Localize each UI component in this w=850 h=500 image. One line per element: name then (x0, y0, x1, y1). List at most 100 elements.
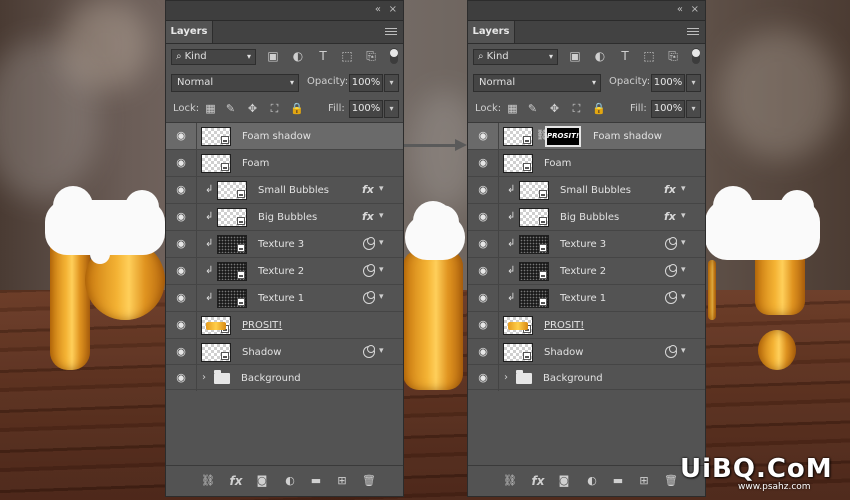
expand-filters-icon[interactable]: ▾ (681, 264, 689, 277)
adjustment-filter-icon[interactable]: ◐ (593, 49, 607, 63)
layer-name[interactable]: Big Bubbles (560, 211, 619, 224)
layer-name[interactable]: Small Bubbles (258, 184, 329, 197)
visibility-eye-icon[interactable]: ◉ (476, 157, 490, 168)
layer-thumbnail[interactable] (503, 154, 533, 173)
expand-effects-icon[interactable]: ▾ (379, 183, 387, 196)
add-layer-style-icon[interactable]: fx (228, 474, 244, 488)
new-fill-adjustment-icon[interactable]: ◐ (584, 474, 600, 488)
visibility-eye-icon[interactable]: ◉ (476, 238, 490, 249)
layer-thumbnail[interactable] (217, 262, 247, 281)
layer-name[interactable]: Foam (242, 157, 269, 170)
add-mask-icon[interactable]: ◙ (254, 474, 270, 488)
panel-menu-icon[interactable] (385, 26, 397, 38)
filter-toggle[interactable] (390, 48, 398, 64)
expand-filters-icon[interactable]: ▾ (379, 345, 387, 358)
layer-effects-icon[interactable]: fx (362, 183, 374, 196)
layer-name[interactable]: Background (543, 372, 603, 385)
expand-filters-icon[interactable]: ▾ (379, 237, 387, 250)
fill-field[interactable]: 100% (349, 100, 383, 118)
expand-group-icon[interactable]: › (504, 371, 508, 384)
smart-filter-icon[interactable] (363, 291, 375, 304)
layer-thumbnail[interactable] (217, 235, 247, 254)
visibility-eye-icon[interactable]: ◉ (476, 211, 490, 222)
lock-position-icon[interactable]: ✥ (548, 102, 561, 115)
layer-thumbnail[interactable] (519, 289, 549, 308)
layer-name[interactable]: Foam (544, 157, 571, 170)
opacity-dropdown-icon[interactable]: ▾ (384, 74, 399, 92)
lock-image-pixels-icon[interactable]: ✎ (526, 102, 539, 115)
layer-thumbnail[interactable] (503, 127, 533, 146)
layer-thumbnail[interactable] (201, 154, 231, 173)
image-filter-icon[interactable]: ▣ (266, 49, 280, 63)
smart-filter-icon[interactable] (363, 237, 375, 250)
lock-artboard-icon[interactable]: ⛶ (268, 102, 281, 115)
smart-filter-icon[interactable] (665, 237, 677, 250)
expand-effects-icon[interactable]: ▾ (379, 210, 387, 223)
fill-field[interactable]: 100% (651, 100, 685, 118)
layer-thumbnail[interactable] (519, 262, 549, 281)
layer-thumbnail[interactable] (503, 343, 533, 362)
layer-name[interactable]: Shadow (544, 346, 583, 359)
layer-thumbnail[interactable] (201, 343, 231, 362)
layer-name[interactable]: Big Bubbles (258, 211, 317, 224)
expand-filters-icon[interactable]: ▾ (681, 291, 689, 304)
lock-all-icon[interactable]: 🔒 (290, 102, 304, 115)
shape-filter-icon[interactable]: ⬚ (340, 49, 354, 63)
layer-thumbnail[interactable] (201, 316, 231, 335)
lock-artboard-icon[interactable]: ⛶ (570, 102, 583, 115)
layer-name[interactable]: Foam shadow (593, 130, 662, 143)
layer-row[interactable]: ◉ › Background (166, 365, 403, 391)
layer-row[interactable]: ◉ ↲ Texture 2 ▾ (166, 258, 403, 285)
opacity-dropdown-icon[interactable]: ▾ (686, 74, 701, 92)
new-group-icon[interactable]: ▬ (308, 474, 324, 488)
visibility-eye-icon[interactable]: ◉ (174, 319, 188, 330)
lock-transparent-pixels-icon[interactable]: ▦ (506, 102, 519, 115)
visibility-eye-icon[interactable]: ◉ (174, 157, 188, 168)
visibility-eye-icon[interactable]: ◉ (476, 130, 490, 141)
layer-row[interactable]: ◉ ↲ Texture 2 ▾ (468, 258, 705, 285)
layer-name[interactable]: Texture 3 (560, 238, 606, 251)
layer-row[interactable]: ◉ Foam (468, 150, 705, 177)
shape-filter-icon[interactable]: ⬚ (642, 49, 656, 63)
layer-effects-icon[interactable]: fx (664, 183, 676, 196)
lock-transparent-pixels-icon[interactable]: ▦ (204, 102, 217, 115)
expand-filters-icon[interactable]: ▾ (681, 345, 689, 358)
layer-thumbnail[interactable] (519, 208, 549, 227)
layer-row[interactable]: ◉ ↲ Small Bubbles fx ▾ (166, 177, 403, 204)
new-layer-icon[interactable]: ⊞ (636, 474, 652, 488)
fill-dropdown-icon[interactable]: ▾ (686, 100, 701, 118)
visibility-eye-icon[interactable]: ◉ (476, 346, 490, 357)
expand-effects-icon[interactable]: ▾ (681, 210, 689, 223)
filter-kind-select[interactable]: ⌕ Kind ▾ (473, 49, 558, 65)
opacity-field[interactable]: 100% (349, 74, 383, 92)
delete-layer-icon[interactable]: 🗑 (361, 474, 377, 488)
layer-thumbnail[interactable] (217, 289, 247, 308)
layer-thumbnail[interactable] (201, 127, 231, 146)
tab-layers[interactable]: Layers (166, 21, 213, 43)
tab-layers[interactable]: Layers (468, 21, 515, 43)
expand-filters-icon[interactable]: ▾ (681, 237, 689, 250)
link-layers-icon[interactable]: ⛓ (200, 474, 216, 488)
layer-row[interactable]: ◉ ↲ Texture 3 ▾ (468, 231, 705, 258)
visibility-eye-icon[interactable]: ◉ (476, 184, 490, 195)
layer-name[interactable]: Background (241, 372, 301, 385)
collapse-panel-icon[interactable]: « (677, 3, 683, 17)
expand-filters-icon[interactable]: ▾ (379, 291, 387, 304)
layer-row[interactable]: ◉ ⛓ PROSIT! Foam shadow (468, 123, 705, 150)
type-filter-icon[interactable]: T (618, 49, 632, 63)
layer-row[interactable]: ◉ PROSIT! (166, 312, 403, 339)
new-fill-adjustment-icon[interactable]: ◐ (282, 474, 298, 488)
layer-row[interactable]: ◉ ↲ Big Bubbles fx ▾ (468, 204, 705, 231)
lock-position-icon[interactable]: ✥ (246, 102, 259, 115)
layer-row[interactable]: ◉ › Background (468, 365, 705, 391)
layer-row[interactable]: ◉ ↲ Texture 1 ▾ (166, 285, 403, 312)
visibility-eye-icon[interactable]: ◉ (174, 238, 188, 249)
visibility-eye-icon[interactable]: ◉ (174, 346, 188, 357)
smart-object-filter-icon[interactable]: ⎘ (666, 49, 680, 63)
new-layer-icon[interactable]: ⊞ (334, 474, 350, 488)
smart-filter-icon[interactable] (665, 264, 677, 277)
visibility-eye-icon[interactable]: ◉ (476, 292, 490, 303)
panel-menu-icon[interactable] (687, 26, 699, 38)
smart-filter-icon[interactable] (665, 291, 677, 304)
filter-toggle[interactable] (692, 48, 700, 64)
